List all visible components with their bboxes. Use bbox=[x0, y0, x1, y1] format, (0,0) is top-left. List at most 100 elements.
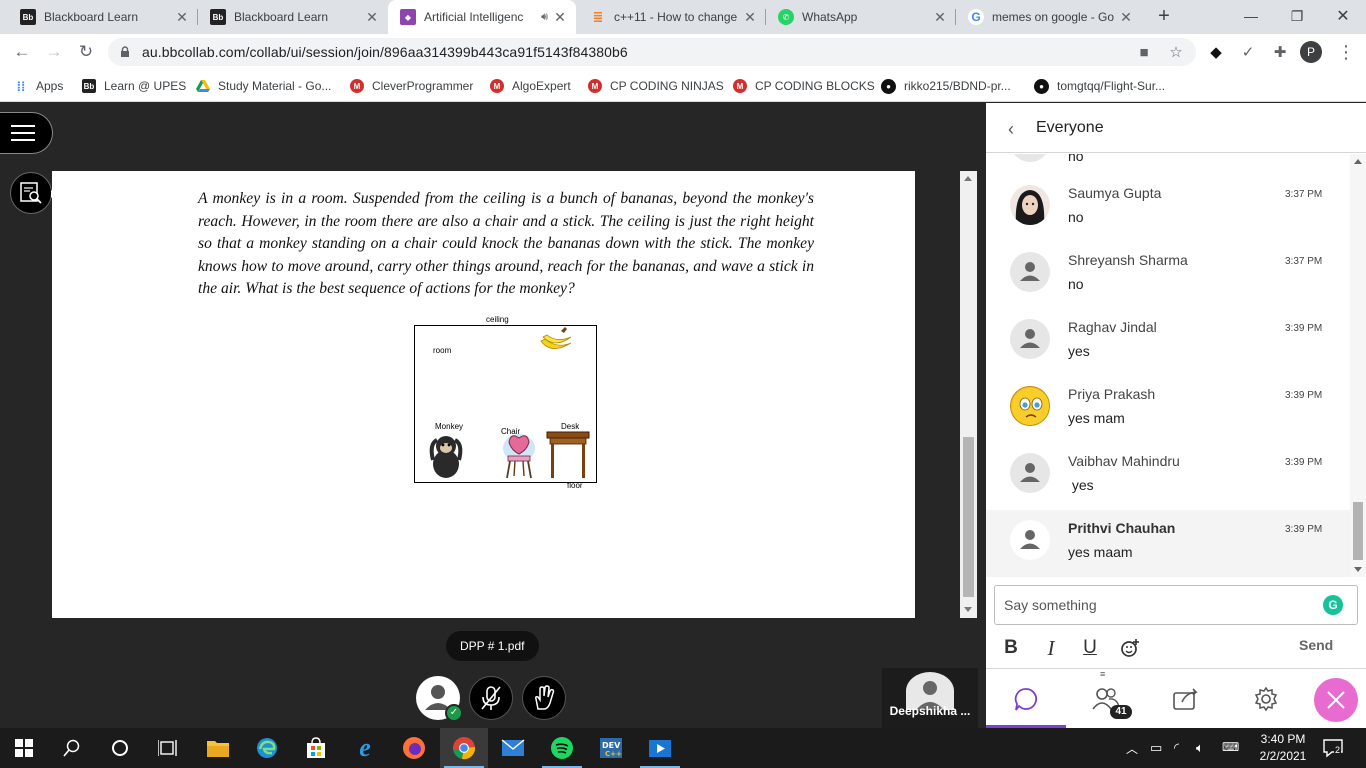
file-explorer-button[interactable] bbox=[194, 728, 242, 768]
user-silhouette-icon bbox=[1020, 530, 1040, 549]
file-viewer-button[interactable] bbox=[10, 172, 56, 214]
spotify-button[interactable] bbox=[538, 728, 586, 768]
italic-format-button[interactable]: I bbox=[1038, 635, 1064, 661]
store-button[interactable] bbox=[292, 728, 340, 768]
bookmark-cp-coding-blocks[interactable]: M CP CODING BLOCKS bbox=[733, 76, 875, 96]
close-tab-icon[interactable]: ✕ bbox=[364, 9, 380, 26]
mail-button[interactable] bbox=[489, 728, 537, 768]
bookmark-algoexpert[interactable]: M AlgoExpert bbox=[490, 76, 571, 96]
scrollbar-thumb[interactable] bbox=[1353, 502, 1363, 560]
edge-button[interactable] bbox=[243, 728, 291, 768]
bookmark-star-icon[interactable]: ☆ bbox=[1166, 42, 1186, 62]
chat-header: ‹ Everyone bbox=[986, 103, 1366, 153]
volume-icon[interactable]: 🔈︎ bbox=[1196, 740, 1204, 756]
search-button[interactable] bbox=[48, 728, 96, 768]
extension-check-icon[interactable]: ✓ bbox=[1236, 40, 1260, 64]
close-tab-icon[interactable]: ✕ bbox=[552, 9, 568, 26]
forward-icon[interactable]: → bbox=[42, 40, 66, 64]
whatsapp-icon: ✆ bbox=[778, 9, 794, 25]
raise-hand-button[interactable] bbox=[522, 676, 566, 720]
sender-name: Vaibhav Mahindru bbox=[1068, 453, 1180, 469]
raise-hand-icon bbox=[535, 685, 555, 710]
bookmark-tomgtqq[interactable]: ● tomgtqq/Flight-Sur... bbox=[1034, 76, 1165, 96]
bookmark-study-material[interactable]: Study Material - Go... bbox=[196, 76, 331, 96]
browser-tab-stackoverflow[interactable]: ≣ c++11 - How to change ✕ bbox=[578, 0, 766, 34]
close-tab-icon[interactable]: ✕ bbox=[174, 9, 190, 26]
extensions-puzzle-icon[interactable]: ✚ bbox=[1268, 40, 1292, 64]
bookmark-label: rikko215/BDND-pr... bbox=[904, 79, 1011, 93]
session-menu-button[interactable] bbox=[0, 112, 53, 154]
audio-playing-icon[interactable]: 🔊︎ bbox=[541, 11, 548, 24]
show-hidden-icons-chevron-icon[interactable]: ︿ bbox=[1126, 740, 1138, 757]
grammarly-icon[interactable]: G bbox=[1323, 595, 1343, 615]
chevron-left-icon[interactable]: ‹ bbox=[1008, 119, 1014, 140]
task-view-button[interactable] bbox=[144, 728, 192, 768]
restore-window-icon[interactable]: ❐ bbox=[1274, 0, 1320, 32]
scroll-up-arrow-icon[interactable] bbox=[1354, 159, 1362, 164]
chat-message-input[interactable] bbox=[1004, 594, 1304, 616]
send-button[interactable]: Send bbox=[1299, 637, 1333, 653]
attendee-count-badge: 41 bbox=[1110, 705, 1132, 719]
close-tab-icon[interactable]: ✕ bbox=[742, 9, 758, 26]
close-tab-icon[interactable]: ✕ bbox=[932, 9, 948, 26]
browser-menu-icon[interactable]: ⋮ bbox=[1334, 40, 1358, 64]
profile-avatar[interactable]: P bbox=[1300, 41, 1322, 63]
extension-fish-icon[interactable]: ◆ bbox=[1204, 40, 1228, 64]
task-view-icon bbox=[158, 740, 177, 756]
close-window-icon[interactable]: ✕ bbox=[1320, 0, 1366, 32]
start-button[interactable] bbox=[0, 728, 48, 768]
scroll-up-arrow-icon[interactable] bbox=[964, 176, 972, 181]
firefox-button[interactable] bbox=[390, 728, 438, 768]
my-status-button[interactable]: ✓ bbox=[416, 676, 463, 722]
notifications-button[interactable]: 2 bbox=[1322, 738, 1344, 758]
chat-message-list[interactable]: no Saumya Gupta 3:37 PM no Shreyansh Sha… bbox=[986, 154, 1366, 577]
participant-tile[interactable]: Deepshikha ... bbox=[882, 668, 978, 728]
message-time: 3:39 PM bbox=[1285, 323, 1323, 334]
back-icon[interactable]: ← bbox=[10, 40, 34, 64]
chrome-icon bbox=[453, 737, 476, 760]
browser-tab-blackboard-1[interactable]: Bb Blackboard Learn ✕ bbox=[8, 0, 198, 34]
video-app-button[interactable] bbox=[636, 728, 684, 768]
bookmark-rikko215[interactable]: ● rikko215/BDND-pr... bbox=[881, 76, 1011, 96]
scroll-down-arrow-icon[interactable] bbox=[964, 607, 972, 612]
bookmark-cleverprogrammer[interactable]: M CleverProgrammer bbox=[350, 76, 473, 96]
dev-cpp-button[interactable]: DEV C++ bbox=[587, 728, 635, 768]
bookmarks-bar: ⁞⁞ Apps Bb Learn @ UPES Study Material -… bbox=[0, 70, 1366, 102]
battery-icon[interactable]: ▭ bbox=[1150, 740, 1162, 756]
tab-chat[interactable] bbox=[986, 669, 1066, 729]
camera-icon[interactable]: ■ bbox=[1134, 42, 1154, 62]
new-tab-button[interactable]: + bbox=[1152, 5, 1176, 29]
cortana-button[interactable] bbox=[96, 728, 144, 768]
tab-attendees[interactable]: ≡ 41 bbox=[1066, 669, 1146, 729]
message-text: no bbox=[1068, 154, 1084, 164]
address-bar[interactable]: au.bbcollab.com/collab/ui/session/join/8… bbox=[108, 38, 1196, 66]
scroll-down-arrow-icon[interactable] bbox=[1354, 567, 1362, 572]
bold-format-button[interactable]: B bbox=[998, 635, 1024, 661]
close-panel-button[interactable] bbox=[1314, 678, 1358, 722]
browser-tab-blackboard-2[interactable]: Bb Blackboard Learn ✕ bbox=[198, 0, 388, 34]
bookmark-apps[interactable]: ⁞⁞ Apps bbox=[14, 76, 64, 96]
chat-scrollbar[interactable] bbox=[1350, 154, 1366, 577]
browser-tab-google[interactable]: G memes on google - Go ✕ bbox=[956, 0, 1142, 34]
internet-explorer-button[interactable]: e bbox=[341, 728, 389, 768]
system-clock[interactable]: 3:40 PM 2/2/2021 bbox=[1252, 731, 1314, 765]
minimize-window-icon[interactable]: — bbox=[1228, 0, 1274, 32]
chrome-button[interactable] bbox=[440, 728, 488, 768]
reload-icon[interactable]: ↻ bbox=[74, 40, 98, 64]
browser-tab-artificial-intelligence[interactable]: ◆ Artificial Intelligenc 🔊︎ ✕ bbox=[388, 0, 576, 34]
tab-share-content[interactable] bbox=[1146, 669, 1226, 729]
keyboard-icon[interactable]: ⌨ bbox=[1222, 740, 1239, 754]
emoji-picker-button[interactable] bbox=[1117, 635, 1143, 661]
microphone-toggle[interactable] bbox=[469, 676, 513, 720]
close-tab-icon[interactable]: ✕ bbox=[1118, 9, 1134, 26]
underline-format-button[interactable]: U bbox=[1077, 635, 1103, 661]
document-scrollbar[interactable] bbox=[960, 171, 977, 618]
bookmark-learn-upes[interactable]: Bb Learn @ UPES bbox=[82, 76, 186, 96]
wifi-icon[interactable]: ◜ bbox=[1174, 740, 1179, 756]
tab-settings[interactable] bbox=[1226, 669, 1306, 729]
browser-tab-whatsapp[interactable]: ✆ WhatsApp ✕ bbox=[766, 0, 956, 34]
bookmark-cp-coding-ninjas[interactable]: M CP CODING NINJAS bbox=[588, 76, 724, 96]
scrollbar-thumb[interactable] bbox=[963, 437, 974, 597]
github-icon: ● bbox=[1034, 78, 1049, 94]
message-text: yes bbox=[1068, 477, 1094, 493]
